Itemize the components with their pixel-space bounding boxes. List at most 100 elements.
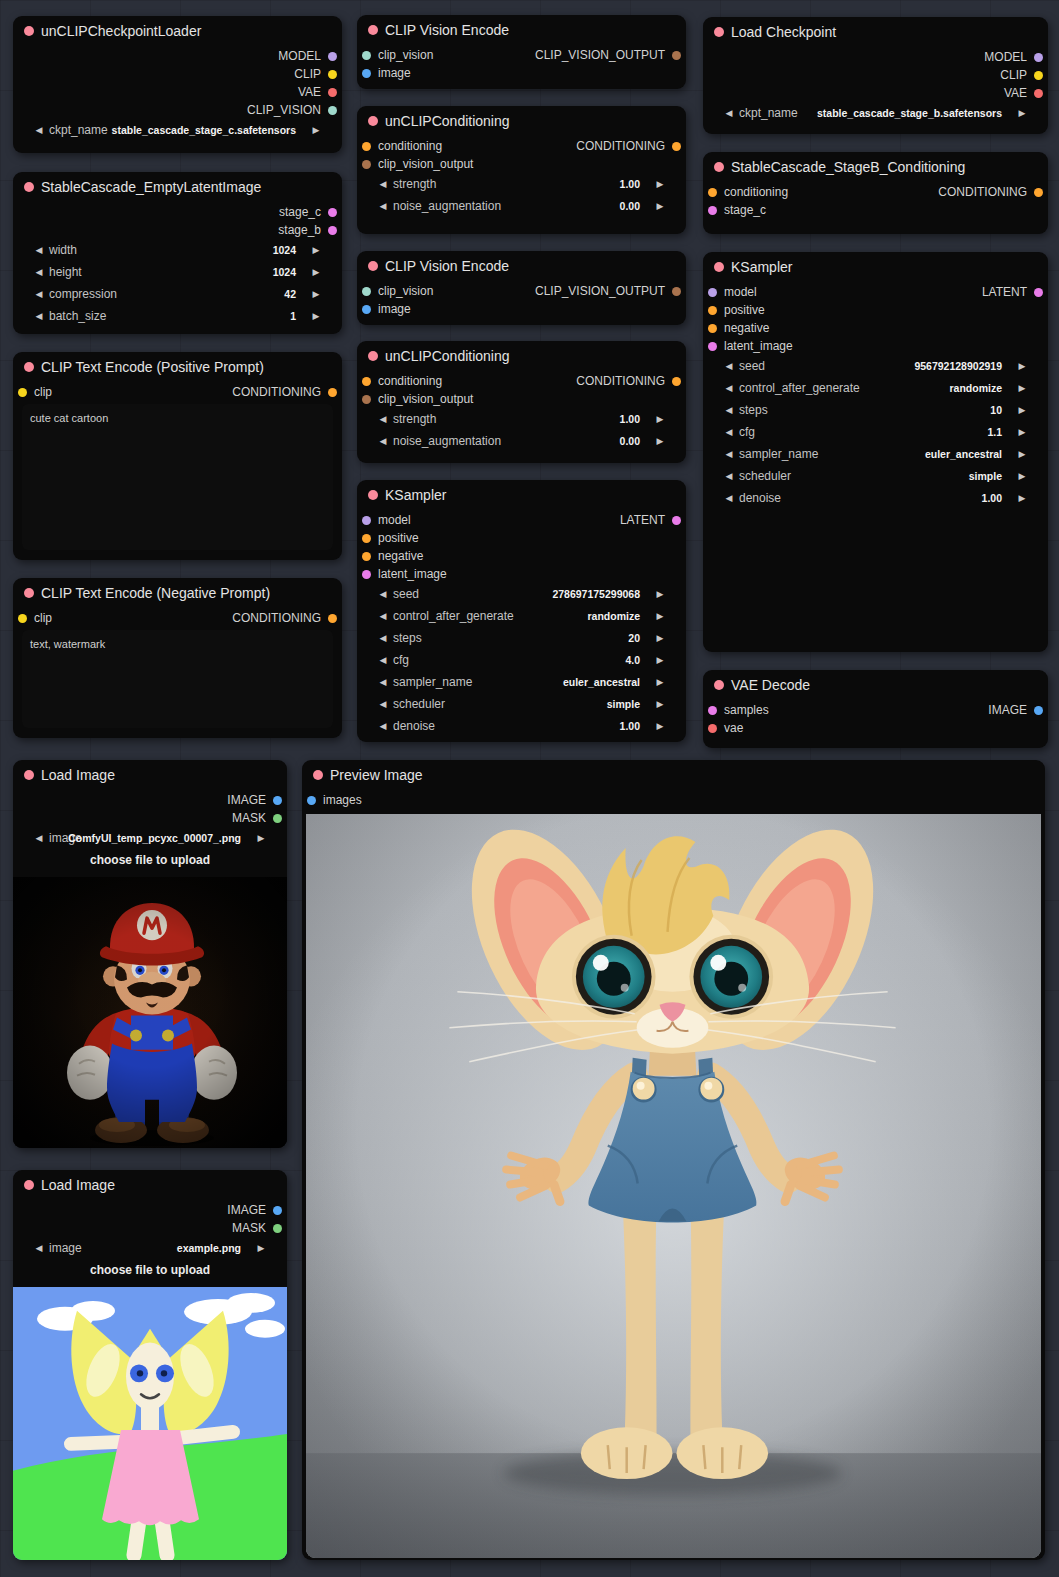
- node-title-bar[interactable]: unCLIPCheckpointLoader: [13, 16, 342, 46]
- increment-arrow-icon[interactable]: ▶: [654, 629, 666, 647]
- seed-widget[interactable]: ◀seed956792128902919▶: [723, 357, 1028, 375]
- scheduler-widget[interactable]: ◀schedulersimple▶: [377, 695, 666, 713]
- decrement-arrow-icon[interactable]: ◀: [723, 489, 735, 507]
- clip-vision-encode-2[interactable]: CLIP Vision Encodeclip_visionCLIP_VISION…: [357, 251, 686, 325]
- increment-arrow-icon[interactable]: ▶: [654, 651, 666, 669]
- vae-decode[interactable]: VAE DecodesamplesIMAGEvae: [703, 670, 1048, 748]
- IMAGE-output-slot[interactable]: [273, 1206, 282, 1215]
- strength-widget[interactable]: ◀strength1.00▶: [377, 410, 666, 428]
- latent_image-input-slot[interactable]: [708, 342, 717, 351]
- widget-value[interactable]: simple: [607, 695, 640, 713]
- CLIP-output-slot[interactable]: [328, 70, 337, 79]
- node-title-bar[interactable]: unCLIPConditioning: [357, 106, 686, 136]
- widget-value[interactable]: 42: [284, 285, 296, 303]
- clip_vision_output-input-slot[interactable]: [362, 160, 371, 169]
- widget-value[interactable]: 1: [290, 307, 296, 325]
- widget-value[interactable]: 1.00: [620, 175, 640, 193]
- decrement-arrow-icon[interactable]: ◀: [723, 423, 735, 441]
- decrement-arrow-icon[interactable]: ◀: [377, 585, 389, 603]
- unclip-checkpoint-loader[interactable]: unCLIPCheckpointLoaderMODELCLIPVAECLIP_V…: [13, 16, 342, 153]
- node-title-bar[interactable]: CLIP Vision Encode: [357, 251, 686, 281]
- CLIP_VISION_OUTPUT-output-slot[interactable]: [672, 287, 681, 296]
- node-title-bar[interactable]: StableCascade_EmptyLatentImage: [13, 172, 342, 202]
- ksampler-stage-b[interactable]: KSamplermodelLATENTpositivenegativelaten…: [703, 252, 1048, 652]
- widget-value[interactable]: 956792128902919: [914, 357, 1002, 375]
- widget-value[interactable]: 4.0: [625, 651, 640, 669]
- increment-arrow-icon[interactable]: ▶: [654, 585, 666, 603]
- increment-arrow-icon[interactable]: ▶: [310, 263, 322, 281]
- model-input-slot[interactable]: [362, 516, 371, 525]
- preview-image[interactable]: Preview Imageimages: [302, 760, 1045, 1560]
- conditioning-input-slot[interactable]: [362, 142, 371, 151]
- conditioning-input-slot[interactable]: [708, 188, 717, 197]
- widget-value[interactable]: 1024: [273, 263, 296, 281]
- increment-arrow-icon[interactable]: ▶: [310, 241, 322, 259]
- height-widget[interactable]: ◀height1024▶: [33, 263, 322, 281]
- decrement-arrow-icon[interactable]: ◀: [723, 467, 735, 485]
- increment-arrow-icon[interactable]: ▶: [310, 121, 322, 139]
- ckpt_name-widget[interactable]: ◀ckpt_namestable_cascade_stage_b.safeten…: [723, 104, 1028, 122]
- increment-arrow-icon[interactable]: ▶: [1016, 401, 1028, 419]
- node-title-bar[interactable]: Load Image: [13, 760, 287, 790]
- clip-text-encode-negative[interactable]: CLIP Text Encode (Negative Prompt)clipCO…: [13, 578, 342, 738]
- batch_size-widget[interactable]: ◀batch_size1▶: [33, 307, 322, 325]
- decrement-arrow-icon[interactable]: ◀: [377, 629, 389, 647]
- node-title-bar[interactable]: unCLIPConditioning: [357, 341, 686, 371]
- decrement-arrow-icon[interactable]: ◀: [33, 1239, 45, 1257]
- VAE-output-slot[interactable]: [328, 88, 337, 97]
- load-checkpoint[interactable]: Load CheckpointMODELCLIPVAE◀ckpt_namesta…: [703, 17, 1048, 134]
- node-title-bar[interactable]: Preview Image: [302, 760, 1045, 790]
- IMAGE-output-slot[interactable]: [273, 796, 282, 805]
- increment-arrow-icon[interactable]: ▶: [654, 432, 666, 450]
- decrement-arrow-icon[interactable]: ◀: [377, 410, 389, 428]
- clip_vision-input-slot[interactable]: [362, 51, 371, 60]
- widget-value[interactable]: euler_ancestral: [563, 673, 640, 691]
- increment-arrow-icon[interactable]: ▶: [255, 829, 267, 847]
- widget-value[interactable]: 1.00: [982, 489, 1002, 507]
- ksampler-stage-c[interactable]: KSamplermodelLATENTpositivenegativelaten…: [357, 480, 686, 742]
- increment-arrow-icon[interactable]: ▶: [654, 410, 666, 428]
- increment-arrow-icon[interactable]: ▶: [1016, 467, 1028, 485]
- CONDITIONING-output-slot[interactable]: [672, 377, 681, 386]
- decrement-arrow-icon[interactable]: ◀: [723, 445, 735, 463]
- decrement-arrow-icon[interactable]: ◀: [723, 379, 735, 397]
- widget-value[interactable]: 1.00: [620, 410, 640, 428]
- increment-arrow-icon[interactable]: ▶: [1016, 423, 1028, 441]
- widget-value[interactable]: simple: [969, 467, 1002, 485]
- VAE-output-slot[interactable]: [1034, 89, 1043, 98]
- increment-arrow-icon[interactable]: ▶: [310, 307, 322, 325]
- increment-arrow-icon[interactable]: ▶: [1016, 445, 1028, 463]
- node-title-bar[interactable]: CLIP Text Encode (Negative Prompt): [13, 578, 342, 608]
- widget-value[interactable]: 1.00: [620, 717, 640, 735]
- node-title-bar[interactable]: CLIP Vision Encode: [357, 15, 686, 45]
- node-title-bar[interactable]: KSampler: [357, 480, 686, 510]
- cfg-widget[interactable]: ◀cfg1.1▶: [723, 423, 1028, 441]
- load-image-drawing[interactable]: Load ImageIMAGEMASK◀imageexample.png▶cho…: [13, 1170, 287, 1560]
- CONDITIONING-output-slot[interactable]: [328, 614, 337, 623]
- stablecascade-stageb-conditioning[interactable]: StableCascade_StageB_Conditioningconditi…: [703, 152, 1048, 234]
- widget-value[interactable]: 278697175299068: [552, 585, 640, 603]
- strength-widget[interactable]: ◀strength1.00▶: [377, 175, 666, 193]
- width-widget[interactable]: ◀width1024▶: [33, 241, 322, 259]
- LATENT-output-slot[interactable]: [1034, 288, 1043, 297]
- node-title-bar[interactable]: Load Image: [13, 1170, 287, 1200]
- node-title-bar[interactable]: CLIP Text Encode (Positive Prompt): [13, 352, 342, 382]
- node-title-bar[interactable]: KSampler: [703, 252, 1048, 282]
- increment-arrow-icon[interactable]: ▶: [310, 285, 322, 303]
- clip-input-slot[interactable]: [18, 614, 27, 623]
- steps-widget[interactable]: ◀steps10▶: [723, 401, 1028, 419]
- increment-arrow-icon[interactable]: ▶: [1016, 379, 1028, 397]
- noise_augmentation-widget[interactable]: ◀noise_augmentation0.00▶: [377, 197, 666, 215]
- decrement-arrow-icon[interactable]: ◀: [33, 285, 45, 303]
- decrement-arrow-icon[interactable]: ◀: [723, 401, 735, 419]
- widget-value[interactable]: example.png: [177, 1239, 241, 1257]
- decrement-arrow-icon[interactable]: ◀: [377, 651, 389, 669]
- MODEL-output-slot[interactable]: [328, 52, 337, 61]
- node-title-bar[interactable]: StableCascade_StageB_Conditioning: [703, 152, 1048, 182]
- node-graph-canvas[interactable]: unCLIPCheckpointLoaderMODELCLIPVAECLIP_V…: [0, 0, 1059, 1577]
- denoise-widget[interactable]: ◀denoise1.00▶: [723, 489, 1028, 507]
- prompt-textarea[interactable]: text, watermark: [22, 630, 333, 728]
- decrement-arrow-icon[interactable]: ◀: [33, 829, 45, 847]
- decrement-arrow-icon[interactable]: ◀: [33, 121, 45, 139]
- decrement-arrow-icon[interactable]: ◀: [33, 241, 45, 259]
